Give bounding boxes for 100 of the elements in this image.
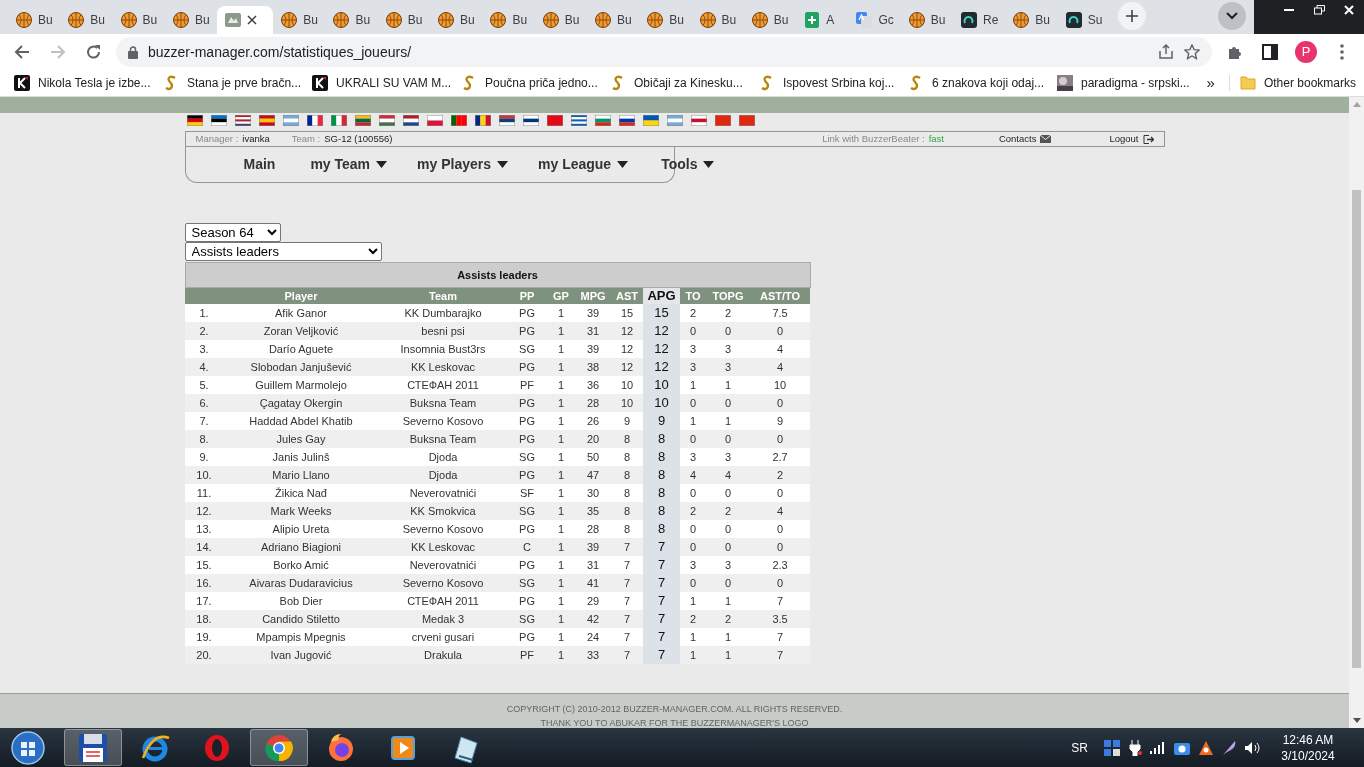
browser-tab[interactable]: Gc xyxy=(848,6,901,34)
contacts-link[interactable]: Contacts xyxy=(998,131,1037,147)
browser-tab[interactable]: Bu xyxy=(586,6,640,34)
bookmark[interactable]: 6 znakova koji odaj... xyxy=(908,74,1057,92)
flag-icon[interactable] xyxy=(306,114,323,126)
plug-icon[interactable] xyxy=(1128,739,1142,756)
browser-tab[interactable]: Bu xyxy=(900,6,954,34)
table-cell: СТЕФАН 2011 xyxy=(379,376,507,394)
browser-tab[interactable]: Bu xyxy=(60,6,113,34)
table-cell: Borko Amić xyxy=(223,556,379,574)
browser-tab[interactable]: Bu xyxy=(430,6,483,34)
bookmark[interactable]: Ispovest Srbina koj... xyxy=(759,74,908,92)
browser-tab[interactable]: Bu xyxy=(377,6,431,34)
stat-select[interactable]: Assists leaders xyxy=(184,242,382,261)
star-icon[interactable] xyxy=(1184,44,1200,60)
table-cell: Neverovatnići xyxy=(379,484,507,502)
browser-tab[interactable]: Bu xyxy=(273,6,326,34)
season-select[interactable]: Season 64 xyxy=(184,223,281,242)
browser-tab[interactable]: Bu xyxy=(482,6,535,34)
bookmark[interactable]: Običaji za Kinesku... xyxy=(610,74,759,92)
clock-date[interactable]: 3/10/2024 xyxy=(1268,747,1348,764)
antivirus-icon[interactable] xyxy=(1198,739,1214,756)
browser-tab[interactable]: A xyxy=(796,6,849,34)
flag-icon[interactable] xyxy=(186,114,203,126)
flag-icon[interactable] xyxy=(498,114,515,126)
table-cell: 3 xyxy=(706,358,750,376)
profile-avatar[interactable]: P xyxy=(1295,41,1317,63)
table-cell: 2.3 xyxy=(750,556,811,574)
bookmark[interactable]: UKRALI SU VAM M... xyxy=(312,74,461,92)
table-cell: 6. xyxy=(185,394,223,412)
flag-icon[interactable] xyxy=(618,114,635,126)
browser-tab[interactable]: Bu xyxy=(639,6,692,34)
new-tab-button[interactable] xyxy=(1117,2,1146,30)
table-cell: 7 xyxy=(750,646,811,664)
table-cell: PG xyxy=(507,322,547,340)
grid-icon[interactable] xyxy=(1104,739,1120,756)
flag-icon[interactable] xyxy=(402,114,419,126)
other-bookmarks[interactable]: Other bookmarks xyxy=(1239,74,1356,92)
table-cell: besni psi xyxy=(379,322,507,340)
flag-icon[interactable] xyxy=(234,114,251,126)
table-cell: 2 xyxy=(706,610,750,628)
feather-icon[interactable] xyxy=(1222,739,1236,756)
language-indicator[interactable]: SR xyxy=(1071,738,1088,757)
flag-icon[interactable] xyxy=(450,114,467,126)
logout-link[interactable]: Logout xyxy=(1109,131,1139,147)
logout-icon[interactable] xyxy=(1142,134,1154,144)
browser-tab[interactable]: Bu xyxy=(8,6,61,34)
bookmark[interactable]: Nikola Tesla je izbe... xyxy=(14,74,163,92)
table-cell: 9 xyxy=(643,412,680,430)
menu-link[interactable]: my League xyxy=(538,154,629,175)
bookmarks-overflow[interactable]: » xyxy=(1206,71,1215,95)
browser-tab[interactable]: Bu xyxy=(164,6,218,34)
tab-search-button[interactable] xyxy=(1218,2,1246,30)
table-cell: 8 xyxy=(611,520,643,538)
envelope-icon[interactable] xyxy=(1040,135,1052,143)
scrollbar[interactable] xyxy=(1349,97,1364,728)
table-cell: 12 xyxy=(611,340,643,358)
table-cell: 5. xyxy=(185,376,223,394)
flag-icon[interactable] xyxy=(570,114,587,126)
camera-icon[interactable] xyxy=(1174,740,1190,755)
caret-icon xyxy=(376,161,388,168)
signal-icon[interactable] xyxy=(1150,741,1166,754)
table-cell: 0 xyxy=(750,538,811,556)
browser-tab[interactable]: Bu xyxy=(325,6,378,34)
table-cell: 1 xyxy=(680,376,706,394)
bookmark[interactable]: Poučna priča jedno... xyxy=(461,74,610,92)
browser-tab[interactable]: Re xyxy=(953,6,1006,34)
table-cell: 1 xyxy=(547,448,575,466)
table-cell: SG xyxy=(507,448,547,466)
volume-icon[interactable] xyxy=(1244,740,1260,755)
folder-icon xyxy=(1239,76,1256,90)
menu-link[interactable]: my Team xyxy=(310,154,388,175)
swirl-icon xyxy=(1065,12,1082,28)
table-cell: 7 xyxy=(611,592,643,610)
share-icon[interactable] xyxy=(1158,44,1174,60)
table-cell: 1 xyxy=(547,322,575,340)
copyright-text: COPYRIGHT (C) 2010-2012 BUZZER-MANAGER.COM. ALL RIGHTS RESERVED. xyxy=(505,703,844,716)
table-cell: 7 xyxy=(750,592,811,610)
menu-link[interactable]: Main xyxy=(243,154,276,175)
flag-icon[interactable] xyxy=(210,114,227,126)
bookmark[interactable]: paradigma - srpski... xyxy=(1057,74,1206,92)
taskbar-app[interactable] xyxy=(64,729,122,766)
table-cell: 1 xyxy=(547,538,575,556)
table-cell: 47 xyxy=(575,466,611,484)
browser-tab[interactable]: Bu xyxy=(691,6,744,34)
flag-icon[interactable] xyxy=(474,114,491,126)
browser-tab[interactable]: Su xyxy=(1057,6,1110,34)
clock-time[interactable]: 12:46 AM xyxy=(1268,731,1348,748)
bookmark[interactable]: Stana je prve bračn... xyxy=(163,74,312,92)
flag-icon[interactable] xyxy=(522,114,539,126)
table-cell: 7 xyxy=(643,610,680,628)
browser-tab[interactable]: Bu xyxy=(534,6,587,34)
menu-link[interactable]: Tools xyxy=(661,154,715,175)
browser-tab[interactable]: Bu xyxy=(1005,6,1058,34)
browser-tab[interactable]: Bu xyxy=(743,6,797,34)
table-cell: PG xyxy=(507,520,547,538)
table-cell: 42 xyxy=(575,610,611,628)
close-icon[interactable] xyxy=(247,15,258,25)
menu-link[interactable]: my Players xyxy=(417,154,508,175)
browser-tab[interactable]: Bu xyxy=(112,6,165,34)
